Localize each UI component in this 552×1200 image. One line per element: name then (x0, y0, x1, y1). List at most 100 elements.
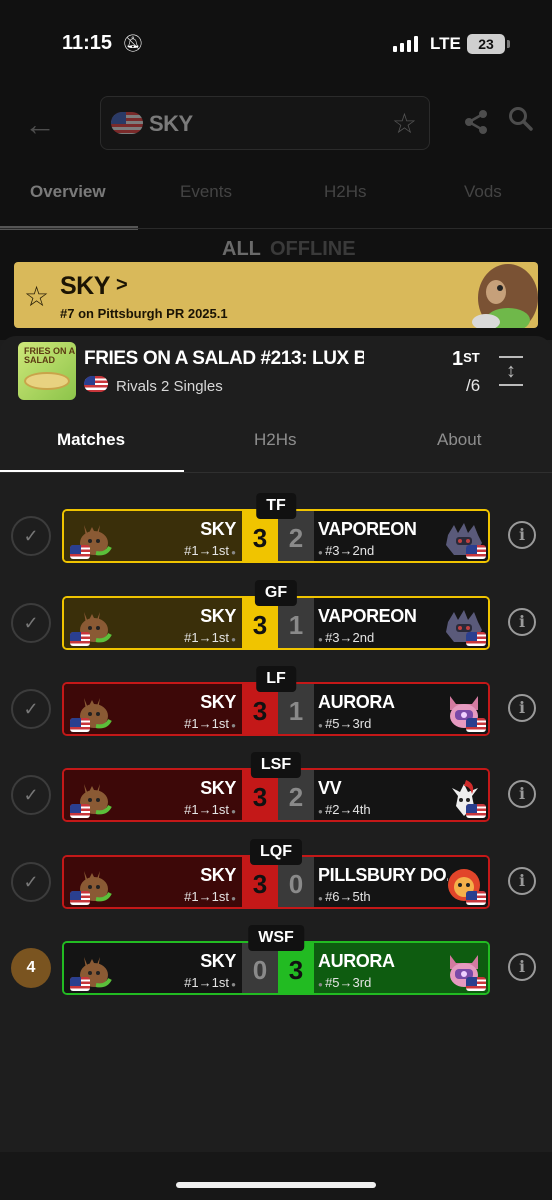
player1-avatar (70, 604, 114, 648)
info-icon[interactable]: i (508, 521, 536, 549)
info-icon[interactable]: i (508, 608, 536, 636)
player2-side: PILLSBURY DO... #6→5th (314, 857, 488, 907)
player2-name: PILLSBURY DO... (318, 865, 448, 885)
checkmark-icon[interactable]: ✓ (11, 603, 51, 643)
player1-seed: #1→1st (184, 543, 236, 558)
info-icon[interactable]: i (508, 953, 536, 981)
player1-side: SKY #1→1st (64, 511, 242, 561)
player2-avatar (442, 863, 486, 907)
player1-name: SKY (200, 951, 236, 971)
player1-side: SKY #1→1st (64, 857, 242, 907)
tab-events[interactable]: Events (180, 182, 232, 202)
match-row[interactable]: ✓ SKY #1→1st 3 1 VAPOREON #3→2nd GF i (0, 580, 552, 650)
player2-seed: #3→2nd (318, 543, 374, 558)
match-status-badge: 4 (11, 948, 51, 988)
placement-suffix: ST (463, 350, 480, 365)
player2-side: VAPOREON #3→2nd (314, 598, 488, 648)
player1-seed: #1→1st (184, 889, 236, 904)
player2-seed: #2→4th (318, 802, 371, 817)
player-card[interactable]: ☆ SKY > #7 on Pittsburgh PR 2025.1 (14, 262, 538, 328)
player2-name: AURORA (318, 951, 395, 971)
round-label: GF (254, 580, 298, 606)
round-label: TF (256, 493, 296, 519)
share-icon[interactable] (462, 108, 490, 143)
player1-avatar (70, 949, 114, 993)
player2-avatar (442, 776, 486, 820)
filter-offline[interactable]: OFFLINE (270, 238, 356, 261)
divider (0, 228, 552, 229)
tab-matches[interactable]: Matches (57, 430, 125, 450)
status-bar: 11:15 🔕︎ LTE 23 (0, 0, 552, 88)
us-flag-icon (70, 977, 90, 991)
player2-name: AURORA (318, 692, 395, 712)
player1-name: SKY (200, 606, 236, 626)
player2-side: AURORA #5→3rd (314, 684, 488, 734)
player2-avatar (442, 690, 486, 734)
player1-side: SKY #1→1st (64, 770, 242, 820)
battery-icon: 23 (467, 34, 510, 54)
search-icon[interactable] (508, 106, 534, 139)
filter-all[interactable]: ALL (222, 238, 261, 261)
placement-number: 1 (452, 348, 464, 370)
search-value: SKY (149, 111, 193, 136)
tab-h2hs[interactable]: H2Hs (324, 182, 367, 202)
status-time: 11:15 (62, 32, 113, 54)
search-field[interactable]: SKY ☆ (100, 96, 430, 150)
player1-seed: #1→1st (184, 630, 236, 645)
us-flag-icon (70, 545, 90, 559)
checkmark-icon[interactable]: ✓ (11, 689, 51, 729)
tab-about[interactable]: About (437, 430, 481, 450)
match-row[interactable]: ✓ SKY #1→1st 3 2 VAPOREON #3→2nd TF i (0, 493, 552, 563)
player1-name: SKY (200, 692, 236, 712)
tab-h2hs[interactable]: H2Hs (254, 430, 297, 450)
player2-seed: #6→5th (318, 889, 371, 904)
favorite-star-icon[interactable]: ☆ (392, 107, 417, 140)
chevron-right-icon: > (116, 274, 128, 296)
tab-vods[interactable]: Vods (464, 182, 502, 202)
player2-seed: #5→3rd (318, 975, 371, 990)
tab-overview[interactable]: Overview (30, 182, 106, 202)
player2-side: VAPOREON #3→2nd (314, 511, 488, 561)
back-arrow-icon[interactable]: ← (24, 106, 56, 143)
entrant-count: /6 (466, 376, 481, 395)
info-icon[interactable]: i (508, 867, 536, 895)
event-thumbnail-text: FRIES ON A SALAD (24, 346, 75, 365)
player2-name: VAPOREON (318, 519, 417, 539)
checkmark-icon[interactable]: ✓ (11, 516, 51, 556)
network-type: LTE (430, 34, 461, 53)
character-art (472, 264, 538, 328)
us-flag-icon (466, 718, 486, 732)
home-indicator[interactable] (176, 1182, 376, 1188)
us-flag-icon (70, 718, 90, 732)
match-row[interactable]: ✓ SKY #1→1st 3 1 AURORA #5→3rd LF i (0, 666, 552, 736)
bottom-bar (0, 1152, 552, 1200)
player2-avatar (442, 604, 486, 648)
us-flag-icon (466, 632, 486, 646)
player1-name: SKY (200, 519, 236, 539)
top-tab-bar: Overview Events H2Hs Vods (0, 182, 552, 208)
us-flag-icon (70, 804, 90, 818)
player2-side: AURORA #5→3rd (314, 943, 488, 993)
favorite-star-icon[interactable]: ☆ (24, 280, 49, 313)
player1-side: SKY #1→1st (64, 684, 242, 734)
silent-bell-icon: 🔕︎ (122, 34, 144, 53)
match-row[interactable]: 4 SKY #1→1st 0 3 AURORA #5→3rd WSF i (0, 925, 552, 995)
match-row[interactable]: ✓ SKY #1→1st 3 0 PILLSBURY DO... #6→5th … (0, 839, 552, 909)
player1-seed: #1→1st (184, 975, 236, 990)
player2-name: VV (318, 778, 342, 798)
player2-name: VAPOREON (318, 606, 417, 626)
us-flag-icon (466, 545, 486, 559)
player1-avatar (70, 690, 114, 734)
us-flag-icon (84, 376, 108, 392)
checkmark-icon[interactable]: ✓ (11, 775, 51, 815)
round-label: LF (256, 666, 296, 692)
event-thumbnail: FRIES ON A SALAD (18, 342, 76, 400)
expand-icon[interactable]: ↕ (498, 356, 524, 386)
info-icon[interactable]: i (508, 780, 536, 808)
round-label: WSF (248, 925, 304, 951)
checkmark-icon[interactable]: ✓ (11, 862, 51, 902)
player-rank: #7 on Pittsburgh PR 2025.1 (60, 306, 228, 321)
info-icon[interactable]: i (508, 694, 536, 722)
match-row[interactable]: ✓ SKY #1→1st 3 2 VV #2→4th LSF i (0, 752, 552, 822)
player2-side: VV #2→4th (314, 770, 488, 820)
